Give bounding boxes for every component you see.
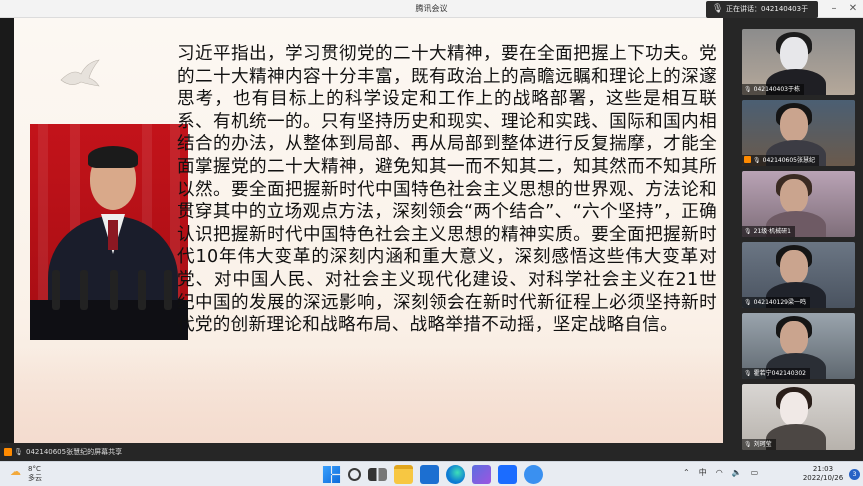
title-bar: 腾讯会议 🎙 正在讲话：042140403于栋... – ✕ xyxy=(0,0,863,30)
participant-name: 🎙 霍若宁042140302 xyxy=(742,368,810,379)
participant-name: 🎙 042140605张慧纪 xyxy=(742,155,819,166)
participant-tile[interactable]: 🎙 霍若宁042140302 xyxy=(742,313,855,379)
slide-footer-decoration xyxy=(14,348,723,443)
participant-name: 🎙 刘珂莹 xyxy=(742,439,776,450)
taskbar: ☁ 8°C 多云 ⌃ 中 ◠ 🔈 ▭ 21:03 2022/10/26 3 xyxy=(0,461,863,486)
wifi-icon[interactable]: ◠ xyxy=(716,468,723,477)
mic-icon: 🎙 xyxy=(744,299,752,306)
mail-icon[interactable] xyxy=(420,465,439,484)
speaking-indicator: 🎙 正在讲话：042140403于栋... xyxy=(706,1,818,30)
close-button[interactable]: ✕ xyxy=(846,2,860,16)
battery-icon[interactable]: ▭ xyxy=(751,468,759,477)
speaker-icon[interactable]: 🔈 xyxy=(732,468,742,477)
ime-indicator[interactable]: 中 xyxy=(699,467,707,478)
chevron-up-icon[interactable]: ⌃ xyxy=(683,468,690,477)
clock-date: 2022/10/26 xyxy=(802,474,844,482)
mic-icon: 🎙 xyxy=(744,370,752,377)
task-view-icon[interactable] xyxy=(368,468,387,481)
tencent-meeting-icon[interactable] xyxy=(498,465,517,484)
shared-screen: 习近平指出，学习贯彻党的二十大精神，要在全面把握上下功夫。党的二十大精神内容十分… xyxy=(14,18,723,443)
clock[interactable]: 21:03 2022/10/26 xyxy=(800,465,846,483)
participant-panel: 🎙 042140403于栋 🎙 042140605张慧纪 🎙 21级·机械研1 🎙 04… xyxy=(723,18,863,461)
dove-icon xyxy=(60,59,100,87)
participant-name: 🎙 042140403于栋 xyxy=(742,84,804,95)
weather-temperature: 8°C xyxy=(28,465,41,473)
edge-browser-icon[interactable] xyxy=(446,465,465,484)
screen-share-status-bar: 🎙 042140605张慧纪的屏幕共享 xyxy=(0,443,723,461)
weather-widget[interactable]: ☁ 8°C 多云 xyxy=(10,465,42,483)
participant-tile[interactable]: 🎙 刘珂莹 xyxy=(742,384,855,450)
mic-icon: 🎙 xyxy=(712,4,724,14)
app-icon[interactable] xyxy=(524,465,543,484)
notification-badge[interactable]: 3 xyxy=(849,469,860,480)
screen-share-status-text: 042140605张慧纪的屏幕共享 xyxy=(26,448,123,456)
participant-name: 🎙 042140129梁一鸣 xyxy=(742,297,810,308)
store-icon[interactable] xyxy=(472,465,491,484)
participant-tile[interactable]: 🎙 042140403于栋 xyxy=(742,29,855,95)
slide-paragraph: 习近平指出，学习贯彻党的二十大精神，要在全面把握上下功夫。党的二十大精神内容十分… xyxy=(177,44,717,336)
speaker-photo xyxy=(30,124,188,340)
clock-time: 21:03 xyxy=(812,465,834,473)
taskbar-apps xyxy=(322,465,543,484)
system-tray: ⌃ 中 ◠ 🔈 ▭ xyxy=(683,467,758,478)
weather-description: 多云 xyxy=(28,474,42,482)
participant-tile[interactable]: 🎙 21级·机械研1 xyxy=(742,171,855,237)
mic-icon: 🎙 xyxy=(744,228,752,235)
mic-icon: 🎙 xyxy=(753,157,761,164)
file-explorer-icon[interactable] xyxy=(394,465,413,484)
screen-share-badge-icon xyxy=(4,448,12,456)
mic-icon: 🎙 xyxy=(14,448,23,456)
mic-icon: 🎙 xyxy=(744,441,752,448)
search-icon[interactable] xyxy=(348,468,361,481)
participant-name: 🎙 21级·机械研1 xyxy=(742,226,795,237)
screen-share-badge-icon xyxy=(744,156,751,163)
weather-cloud-icon: ☁ xyxy=(10,465,21,478)
participant-tile[interactable]: 🎙 042140129梁一鸣 xyxy=(742,242,855,308)
start-icon[interactable] xyxy=(322,465,341,484)
minimize-button[interactable]: – xyxy=(827,2,841,16)
participant-tile[interactable]: 🎙 042140605张慧纪 xyxy=(742,100,855,166)
mic-icon: 🎙 xyxy=(744,86,752,93)
